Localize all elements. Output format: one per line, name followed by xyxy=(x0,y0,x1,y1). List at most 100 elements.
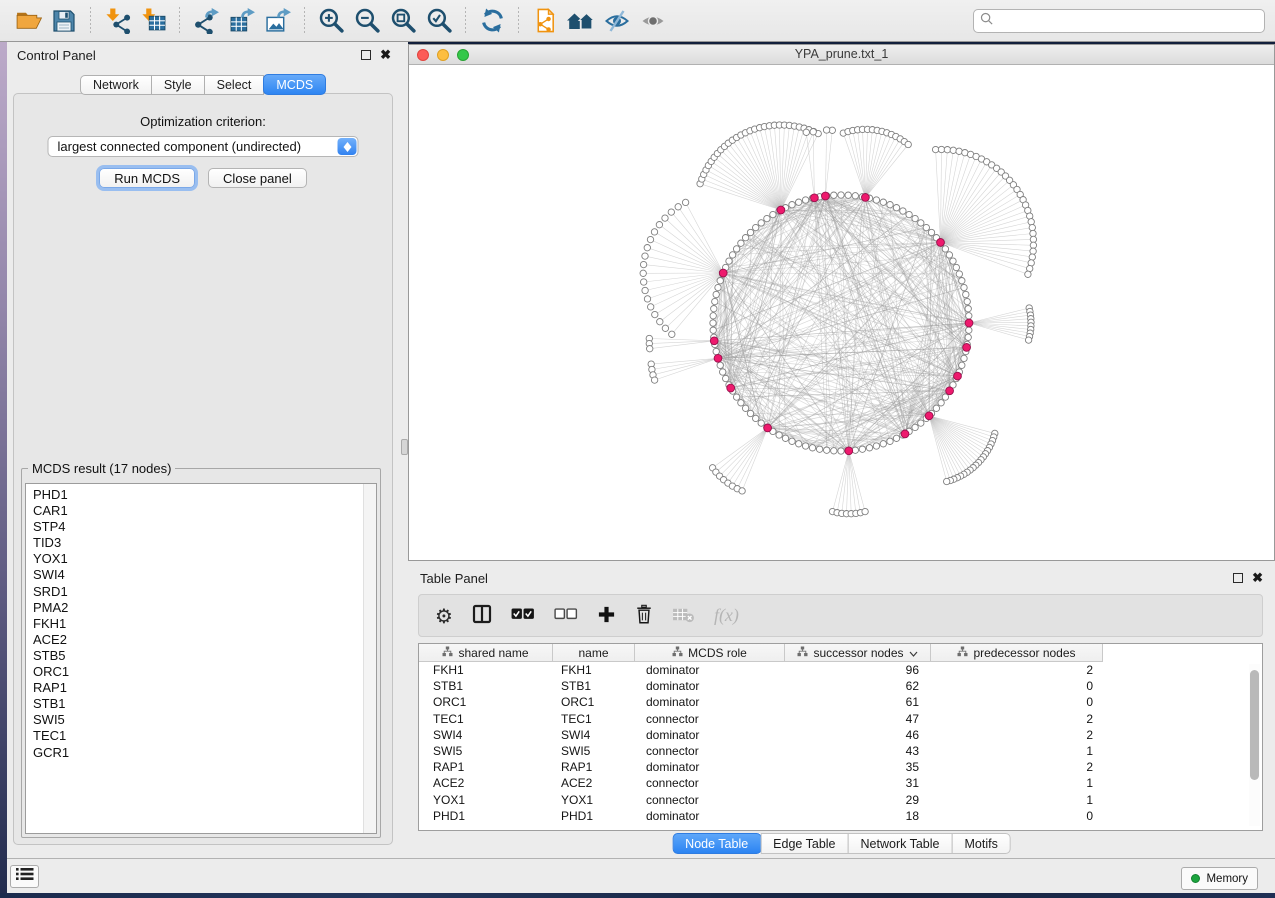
graph-node[interactable] xyxy=(720,369,726,375)
mcds-hub-node[interactable] xyxy=(862,194,870,202)
table-scrollbar-thumb[interactable] xyxy=(1250,670,1259,780)
mcds-result-item[interactable]: TID3 xyxy=(26,535,376,551)
graph-node[interactable] xyxy=(961,355,967,361)
splitter-handle[interactable] xyxy=(401,439,408,455)
graph-node[interactable] xyxy=(802,443,808,449)
mcds-hub-node[interactable] xyxy=(901,430,909,438)
mcds-result-list[interactable]: PHD1CAR1STP4TID3YOX1SWI4SRD1PMA2FKH1ACE2… xyxy=(25,483,377,834)
graph-node[interactable] xyxy=(912,215,918,221)
graph-node[interactable] xyxy=(669,331,675,337)
graph-node[interactable] xyxy=(912,424,918,430)
mcds-hub-node[interactable] xyxy=(811,194,819,202)
graph-node[interactable] xyxy=(789,438,795,444)
table-row[interactable]: RAP1RAP1dominator352 xyxy=(419,759,1262,775)
graph-node[interactable] xyxy=(682,199,688,205)
graph-node[interactable] xyxy=(747,229,753,235)
graph-node[interactable] xyxy=(918,420,924,426)
zoom-fit-button[interactable] xyxy=(385,4,421,38)
table-row[interactable]: ACE2ACE2connector311 xyxy=(419,775,1262,791)
mcds-hub-node[interactable] xyxy=(777,206,785,214)
graph-node[interactable] xyxy=(938,146,944,152)
document-share-button[interactable] xyxy=(527,4,563,38)
graph-node[interactable] xyxy=(831,448,837,454)
column-header-predecessor-nodes[interactable]: predecessor nodes xyxy=(931,644,1103,662)
graph-node[interactable] xyxy=(729,252,735,258)
graph-node[interactable] xyxy=(965,306,971,312)
mcds-hub-node[interactable] xyxy=(822,192,830,200)
tab-motifs[interactable]: Motifs xyxy=(951,833,1010,854)
search-input[interactable] xyxy=(998,14,1258,28)
graph-node[interactable] xyxy=(641,279,647,285)
close-panel-icon[interactable]: ✖ xyxy=(1252,573,1263,583)
graph-node[interactable] xyxy=(713,291,719,297)
mcds-hub-node[interactable] xyxy=(710,337,718,345)
graph-node[interactable] xyxy=(742,235,748,241)
graph-node[interactable] xyxy=(713,348,719,354)
hide-eye-button[interactable] xyxy=(599,4,635,38)
tab-edge-table[interactable]: Edge Table xyxy=(760,833,848,854)
graph-node[interactable] xyxy=(647,236,653,242)
graph-node[interactable] xyxy=(675,204,681,210)
graph-node[interactable] xyxy=(950,147,956,153)
mcds-result-item[interactable]: STB1 xyxy=(26,696,376,712)
graph-node[interactable] xyxy=(964,298,970,304)
graph-node[interactable] xyxy=(906,211,912,217)
mcds-result-item[interactable]: FKH1 xyxy=(26,616,376,632)
table-row[interactable]: STB1STB1dominator620 xyxy=(419,678,1262,694)
mcds-hub-node[interactable] xyxy=(845,447,853,455)
graph-node[interactable] xyxy=(944,147,950,153)
run-mcds-button[interactable]: Run MCDS xyxy=(99,168,195,188)
graph-node[interactable] xyxy=(873,197,879,203)
export-network-button[interactable] xyxy=(188,4,224,38)
graph-node[interactable] xyxy=(656,222,662,228)
graph-node[interactable] xyxy=(711,306,717,312)
graph-node[interactable] xyxy=(966,313,972,319)
graph-node[interactable] xyxy=(738,240,744,246)
mcds-hub-node[interactable] xyxy=(965,319,973,327)
graph-node[interactable] xyxy=(953,264,959,270)
mcds-hub-node[interactable] xyxy=(764,424,772,432)
graph-node[interactable] xyxy=(893,435,899,441)
graph-node[interactable] xyxy=(640,261,646,267)
graph-node[interactable] xyxy=(662,325,668,331)
save-session-button[interactable] xyxy=(46,4,82,38)
graph-node[interactable] xyxy=(662,215,668,221)
graph-node[interactable] xyxy=(657,319,663,325)
graph-node[interactable] xyxy=(742,405,748,411)
graph-node[interactable] xyxy=(770,211,776,217)
table-row[interactable]: SWI4SWI4dominator462 xyxy=(419,727,1262,743)
graph-node[interactable] xyxy=(900,208,906,214)
show-panels-button[interactable] xyxy=(10,865,39,888)
table-row[interactable]: TEC1TEC1connector472 xyxy=(419,711,1262,727)
graph-node[interactable] xyxy=(712,298,718,304)
float-window-icon[interactable] xyxy=(1233,573,1243,583)
graph-node[interactable] xyxy=(640,270,646,276)
network-graph[interactable] xyxy=(409,66,1274,561)
graph-node[interactable] xyxy=(644,296,650,302)
graph-node[interactable] xyxy=(726,258,732,264)
graph-node[interactable] xyxy=(956,271,962,277)
mcds-result-item[interactable]: ORC1 xyxy=(26,664,376,680)
graph-node[interactable] xyxy=(738,400,744,406)
table-row[interactable]: PHD1PHD1dominator180 xyxy=(419,808,1262,824)
graph-node[interactable] xyxy=(642,287,648,293)
toggle-columns-button[interactable] xyxy=(472,601,492,631)
close-panel-button[interactable]: Close panel xyxy=(208,168,307,188)
graph-node[interactable] xyxy=(739,488,745,494)
graph-node[interactable] xyxy=(1030,248,1036,254)
graph-node[interactable] xyxy=(1028,219,1034,225)
mcds-hub-node[interactable] xyxy=(925,412,933,420)
graph-node[interactable] xyxy=(758,420,764,426)
column-header-shared-name[interactable]: shared name xyxy=(419,644,553,662)
clear-all-checks-button[interactable] xyxy=(554,601,578,631)
mcds-hub-node[interactable] xyxy=(727,384,735,392)
mcds-result-item[interactable]: YOX1 xyxy=(26,551,376,567)
export-table-button[interactable] xyxy=(224,4,260,38)
graph-node[interactable] xyxy=(959,362,965,368)
graph-node[interactable] xyxy=(809,445,815,451)
tab-select[interactable]: Select xyxy=(204,75,265,95)
graph-node[interactable] xyxy=(880,441,886,447)
graph-node[interactable] xyxy=(1029,224,1035,230)
search-field[interactable] xyxy=(973,9,1265,33)
graph-node[interactable] xyxy=(764,215,770,221)
